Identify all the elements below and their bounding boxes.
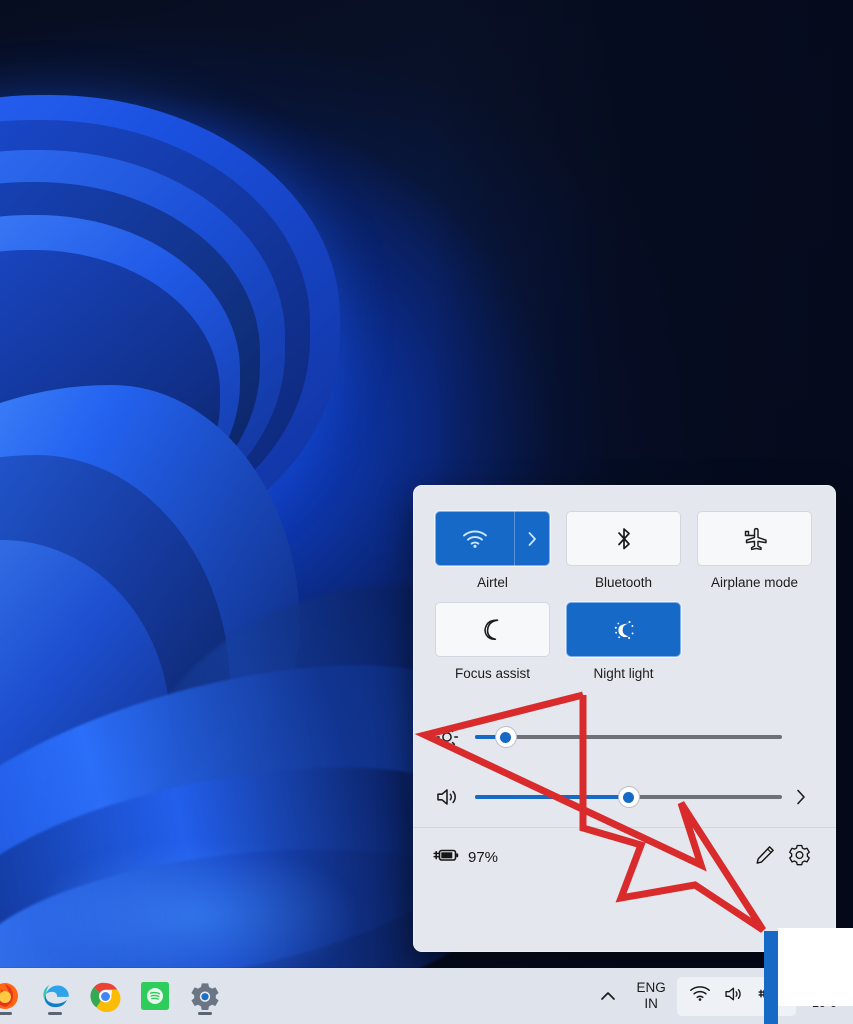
running-indicator — [48, 1012, 62, 1015]
taskbar-app-edge[interactable] — [32, 972, 78, 1020]
quick-settings-footer: 97% — [413, 828, 836, 886]
tile-label-airplane-mode: Airplane mode — [710, 575, 799, 590]
tile-cell-wifi: Airtel — [435, 511, 550, 590]
battery-percentage: 97% — [468, 848, 499, 866]
moon-icon — [436, 617, 549, 643]
brightness-slider-row — [435, 707, 814, 767]
language-line-2: IN — [644, 996, 658, 1011]
battery-status[interactable]: 97% — [433, 846, 498, 869]
brightness-slider-track[interactable] — [475, 727, 782, 747]
night-light-icon — [567, 617, 680, 643]
quick-settings-tile-grid: Airtel Bluetooth Airplane mode Focus ass… — [413, 485, 836, 681]
white-overlay-patch — [778, 928, 853, 1006]
running-indicator — [198, 1012, 212, 1015]
tile-label-focus-assist: Focus assist — [454, 666, 531, 681]
open-settings-button[interactable] — [782, 840, 816, 874]
airplane-icon — [698, 527, 811, 551]
taskbar-app-chrome[interactable] — [82, 972, 128, 1020]
gear-icon — [788, 843, 811, 871]
quick-settings-panel: Airtel Bluetooth Airplane mode Focus ass… — [413, 485, 836, 952]
quick-tile-wifi[interactable] — [435, 511, 550, 566]
tile-cell-focus-assist: Focus assist — [435, 602, 550, 681]
wifi-icon — [436, 529, 514, 549]
pencil-icon — [754, 844, 776, 871]
quick-settings-sliders — [413, 689, 836, 827]
tile-cell-empty — [697, 602, 812, 681]
volume-slider-thumb[interactable] — [618, 787, 639, 807]
volume-slider-fill — [475, 795, 629, 799]
volume-icon — [435, 785, 469, 809]
language-line-1: ENG — [636, 980, 666, 996]
edit-quick-settings-button[interactable] — [748, 840, 782, 874]
taskbar-app-firefox[interactable] — [0, 972, 28, 1020]
volume-slider-track[interactable] — [475, 787, 782, 807]
tile-row: Focus assist Night light — [435, 602, 814, 681]
quick-tile-airplane-mode[interactable] — [697, 511, 812, 566]
tile-label-night-light: Night light — [593, 666, 654, 681]
chevron-right-icon[interactable] — [515, 531, 549, 546]
quick-tile-bluetooth[interactable] — [566, 511, 681, 566]
bluetooth-icon — [567, 526, 680, 552]
tile-label-bluetooth: Bluetooth — [594, 575, 653, 590]
quick-tile-focus-assist[interactable] — [435, 602, 550, 657]
tile-row: Airtel Bluetooth Airplane mode — [435, 511, 814, 590]
tile-cell-bluetooth: Bluetooth — [566, 511, 681, 590]
tile-cell-airplane-mode: Airplane mode — [697, 511, 812, 590]
language-indicator[interactable]: ENG IN — [627, 980, 674, 1011]
running-indicator — [0, 1012, 12, 1015]
volume-slider-row — [435, 767, 814, 827]
tile-label-wifi: Airtel — [477, 575, 508, 590]
chevron-up-icon[interactable] — [591, 976, 625, 1016]
tray-wifi-icon[interactable] — [689, 985, 711, 1007]
brightness-slider-thumb[interactable] — [495, 727, 516, 747]
brightness-icon — [435, 725, 469, 749]
taskbar: ENG IN — [0, 968, 853, 1024]
quick-tile-night-light[interactable] — [566, 602, 681, 657]
taskbar-app-settings[interactable] — [182, 972, 228, 1020]
taskbar-app-list — [0, 972, 228, 1020]
blue-accent-bar — [764, 931, 778, 1024]
tile-cell-night-light: Night light — [566, 602, 681, 681]
tray-volume-icon[interactable] — [723, 985, 746, 1008]
battery-charging-icon — [433, 846, 461, 869]
taskbar-app-spotify[interactable] — [132, 972, 178, 1020]
volume-chevron-right-icon[interactable] — [788, 789, 814, 805]
